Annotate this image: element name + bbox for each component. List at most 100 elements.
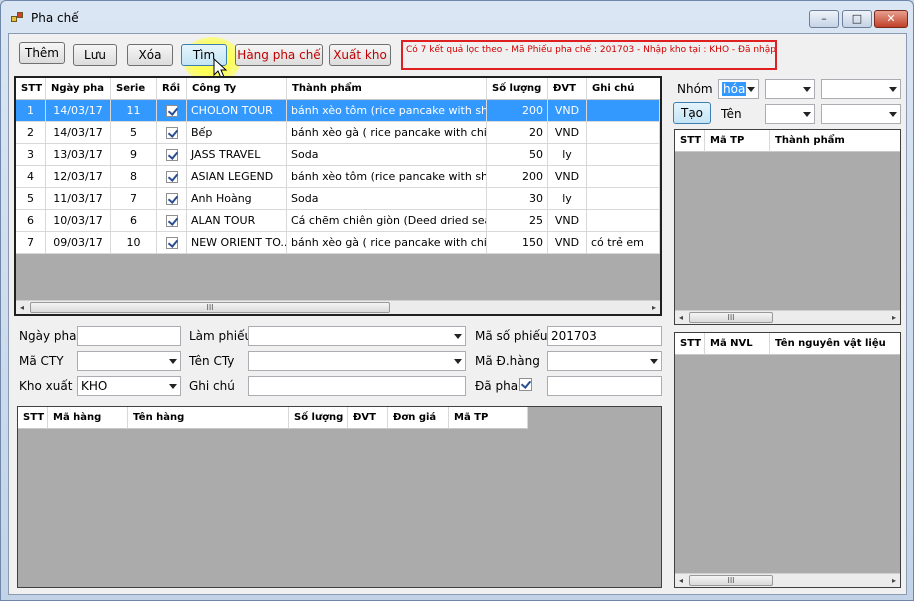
scroll-right-icon[interactable]: ▸ xyxy=(888,574,900,587)
col-thanh-pham[interactable]: Thành phẩm xyxy=(770,130,900,152)
cell-stt: 7 xyxy=(16,232,46,254)
luu-button[interactable]: Lưu xyxy=(73,44,117,66)
chevron-down-icon[interactable] xyxy=(169,359,177,364)
col-ma-nvl[interactable]: Mã NVL xyxy=(705,333,770,355)
table-row[interactable]: 3 13/03/17 9 JASS TRAVEL Soda 50 ly xyxy=(16,144,660,166)
col-stt[interactable]: STT xyxy=(675,333,705,355)
ten-combo[interactable] xyxy=(765,104,815,124)
col-serie[interactable]: Serie xyxy=(111,78,157,100)
minimize-button[interactable]: – xyxy=(809,10,839,28)
scroll-thumb[interactable]: III xyxy=(689,575,773,586)
scroll-thumb[interactable]: III xyxy=(30,302,390,313)
them-button[interactable]: Thêm xyxy=(19,42,65,64)
checkbox-icon[interactable] xyxy=(165,149,178,161)
nhom-combo-2[interactable] xyxy=(765,79,815,99)
col-so-luong[interactable]: Số lượng xyxy=(289,407,348,429)
hang-pha-che-button[interactable]: Hàng pha chế xyxy=(235,44,323,66)
col-ten-nvl[interactable]: Tên nguyên vật liệu xyxy=(770,333,900,355)
thanh-pham-hscroll[interactable]: ◂ III ▸ xyxy=(675,310,900,324)
maximize-button[interactable]: □ xyxy=(842,10,872,28)
ma-dhang-combo[interactable] xyxy=(547,351,662,371)
scroll-thumb[interactable]: III xyxy=(689,312,773,323)
scroll-left-icon[interactable]: ◂ xyxy=(675,311,687,324)
kho-xuat-combo[interactable]: KHO xyxy=(77,376,181,396)
title-bar[interactable]: Pha chế – □ ✕ xyxy=(1,1,913,33)
checkbox-icon[interactable] xyxy=(165,171,178,183)
nhom-combo[interactable]: hóa xyxy=(718,79,759,99)
ma-cty-combo[interactable] xyxy=(77,351,181,371)
col-dvt[interactable]: ĐVT xyxy=(548,78,587,100)
col-dvt[interactable]: ĐVT xyxy=(348,407,388,429)
col-thanh-pham[interactable]: Thành phẩm xyxy=(287,78,487,100)
table-row[interactable]: 7 09/03/17 10 NEW ORIENT TO... bánh xèo … xyxy=(16,232,660,254)
col-cong-ty[interactable]: Công Ty xyxy=(187,78,287,100)
col-ma-tp[interactable]: Mã TP xyxy=(449,407,528,429)
checkbox-icon[interactable] xyxy=(165,105,178,117)
cell-roi[interactable] xyxy=(157,166,187,188)
ghi-chu-field[interactable] xyxy=(248,376,466,396)
nguyen-vat-lieu-grid[interactable]: STT Mã NVL Tên nguyên vật liệu ◂ III ▸ xyxy=(674,332,901,588)
chevron-down-icon[interactable] xyxy=(454,334,462,339)
chevron-down-icon[interactable] xyxy=(889,87,897,92)
table-row[interactable]: 1 14/03/17 11 CHOLON TOUR bánh xèo tôm (… xyxy=(16,100,660,122)
cell-roi[interactable] xyxy=(157,122,187,144)
cell-roi[interactable] xyxy=(157,188,187,210)
ten-combo-2[interactable] xyxy=(821,104,901,124)
chevron-down-icon[interactable] xyxy=(803,112,811,117)
nhom-combo-3[interactable] xyxy=(821,79,901,99)
nhom-value: hóa xyxy=(722,82,747,96)
thanh-pham-grid-header: STT Mã TP Thành phẩm xyxy=(675,130,900,152)
col-so-luong[interactable]: Số lượng xyxy=(487,78,548,100)
scroll-right-icon[interactable]: ▸ xyxy=(888,311,900,324)
col-stt[interactable]: STT xyxy=(16,78,46,100)
scroll-left-icon[interactable]: ◂ xyxy=(675,574,687,587)
main-grid[interactable]: STT Ngày pha Serie Rồi Công Ty Thành phẩ… xyxy=(14,76,662,316)
col-ten-hang[interactable]: Tên hàng xyxy=(128,407,289,429)
cell-roi[interactable] xyxy=(157,144,187,166)
table-row[interactable]: 5 11/03/17 7 Anh Hoàng Soda 30 ly xyxy=(16,188,660,210)
scroll-left-icon[interactable]: ◂ xyxy=(16,301,28,314)
lam-phieu-combo[interactable] xyxy=(248,326,466,346)
ngay-pha-field[interactable] xyxy=(77,326,181,346)
chevron-down-icon[interactable] xyxy=(889,112,897,117)
checkbox-icon[interactable] xyxy=(165,215,178,227)
ten-cty-combo[interactable] xyxy=(248,351,466,371)
col-stt[interactable]: STT xyxy=(675,130,705,152)
detail-grid[interactable]: STT Mã hàng Tên hàng Số lượng ĐVT Đơn gi… xyxy=(17,406,662,588)
cell-roi[interactable] xyxy=(157,210,187,232)
col-ghi-chu[interactable]: Ghi chú xyxy=(587,78,660,100)
checkbox-icon[interactable] xyxy=(165,237,178,249)
close-button[interactable]: ✕ xyxy=(874,10,908,28)
col-stt[interactable]: STT xyxy=(18,407,48,429)
chevron-down-icon[interactable] xyxy=(169,384,177,389)
col-don-gia[interactable]: Đơn giá xyxy=(388,407,449,429)
ma-so-phieu-field[interactable]: 201703 xyxy=(547,326,662,346)
checkbox-icon[interactable] xyxy=(165,127,178,139)
thanh-pham-grid[interactable]: STT Mã TP Thành phẩm ◂ III ▸ xyxy=(674,129,901,325)
chevron-down-icon[interactable] xyxy=(650,359,658,364)
main-grid-header: STT Ngày pha Serie Rồi Công Ty Thành phẩ… xyxy=(16,78,660,100)
table-row[interactable]: 6 10/03/17 6 ALAN TOUR Cá chẽm chiên giò… xyxy=(16,210,660,232)
cell-roi[interactable] xyxy=(157,232,187,254)
xuat-kho-button[interactable]: Xuất kho xyxy=(329,44,391,66)
col-ma-tp[interactable]: Mã TP xyxy=(705,130,770,152)
checkbox-icon[interactable] xyxy=(165,193,178,205)
col-ma-hang[interactable]: Mã hàng xyxy=(48,407,128,429)
chevron-down-icon[interactable] xyxy=(803,87,811,92)
cell-so-luong: 50 xyxy=(487,144,548,166)
da-pha-checkbox[interactable] xyxy=(519,378,532,391)
scroll-right-icon[interactable]: ▸ xyxy=(648,301,660,314)
col-roi[interactable]: Rồi xyxy=(157,78,187,100)
chevron-down-icon[interactable] xyxy=(454,359,462,364)
xoa-button[interactable]: Xóa xyxy=(127,44,173,66)
table-row[interactable]: 4 12/03/17 8 ASIAN LEGEND bánh xèo tôm (… xyxy=(16,166,660,188)
tao-button[interactable]: Tạo xyxy=(673,102,711,124)
table-row[interactable]: 2 14/03/17 5 Bếp bánh xèo gà ( rice panc… xyxy=(16,122,660,144)
nvl-hscroll[interactable]: ◂ III ▸ xyxy=(675,573,900,587)
chevron-down-icon[interactable] xyxy=(747,87,755,92)
main-grid-hscroll[interactable]: ◂ III ▸ xyxy=(16,300,660,314)
da-pha-extra-field[interactable] xyxy=(547,376,662,396)
col-ngay-pha[interactable]: Ngày pha xyxy=(46,78,111,100)
cell-roi[interactable] xyxy=(157,100,187,122)
ghi-chu-label: Ghi chú xyxy=(189,379,235,393)
